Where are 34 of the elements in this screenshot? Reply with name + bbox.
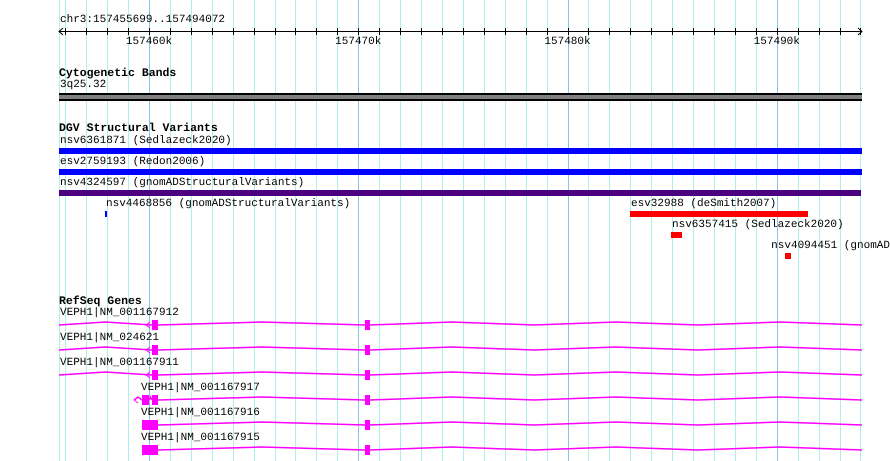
gene-model-drawing[interactable] [142, 445, 862, 455]
gene-label: VEPH1|NM_001167915 [141, 433, 260, 444]
gene-label: VEPH1|NM_001167912 [60, 308, 179, 319]
variant-bar[interactable] [59, 190, 861, 196]
variant-bar[interactable] [785, 253, 791, 259]
gene-label: VEPH1|NM_024621 [60, 333, 160, 344]
gene-model-drawing[interactable] [58, 345, 862, 355]
variant-bar[interactable] [59, 148, 862, 154]
variant-bar[interactable] [630, 211, 808, 217]
feature-label: esv32988 (deSmith2007) [631, 199, 776, 210]
track-title: Cytogenetic Bands [59, 68, 176, 80]
variant-bar[interactable] [59, 169, 862, 175]
location-label: chr3:157455699..157494072 [60, 15, 226, 26]
feature-label: nsv4324597 (gnomADStructuralVariants) [60, 178, 304, 189]
band-label: 3q25.32 [60, 80, 106, 91]
gene-model-drawing[interactable] [58, 320, 862, 330]
tick-label: 157480k [544, 37, 591, 48]
feature-label: nsv4468856 (gnomADStructuralVariants) [106, 199, 350, 210]
feature-label: nsv4094451 (gnomAD [771, 241, 890, 252]
gene-model-drawing[interactable] [133, 395, 862, 405]
gene-label: VEPH1|NM_001167911 [60, 358, 179, 369]
tick-label: 157460k [126, 37, 172, 48]
feature-label: nsv6357415 (Sedlazeck2020) [672, 220, 844, 231]
gene-model-drawing[interactable] [58, 370, 862, 380]
variant-bar[interactable] [671, 232, 682, 238]
track-title: RefSeq Genes [59, 296, 142, 308]
feature-label: nsv6361871 (Sedlazeck2020) [60, 136, 232, 147]
gene-label: VEPH1|NM_001167917 [141, 383, 260, 394]
gene-label: VEPH1|NM_001167916 [141, 408, 260, 419]
gene-model-drawing[interactable] [142, 420, 862, 430]
feature-label: esv2759193 (Redon2006) [60, 157, 206, 168]
tick-label: 157490k [754, 37, 800, 48]
track-title: DGV Structural Variants [59, 123, 218, 135]
tick-label: 157470k [335, 37, 382, 48]
